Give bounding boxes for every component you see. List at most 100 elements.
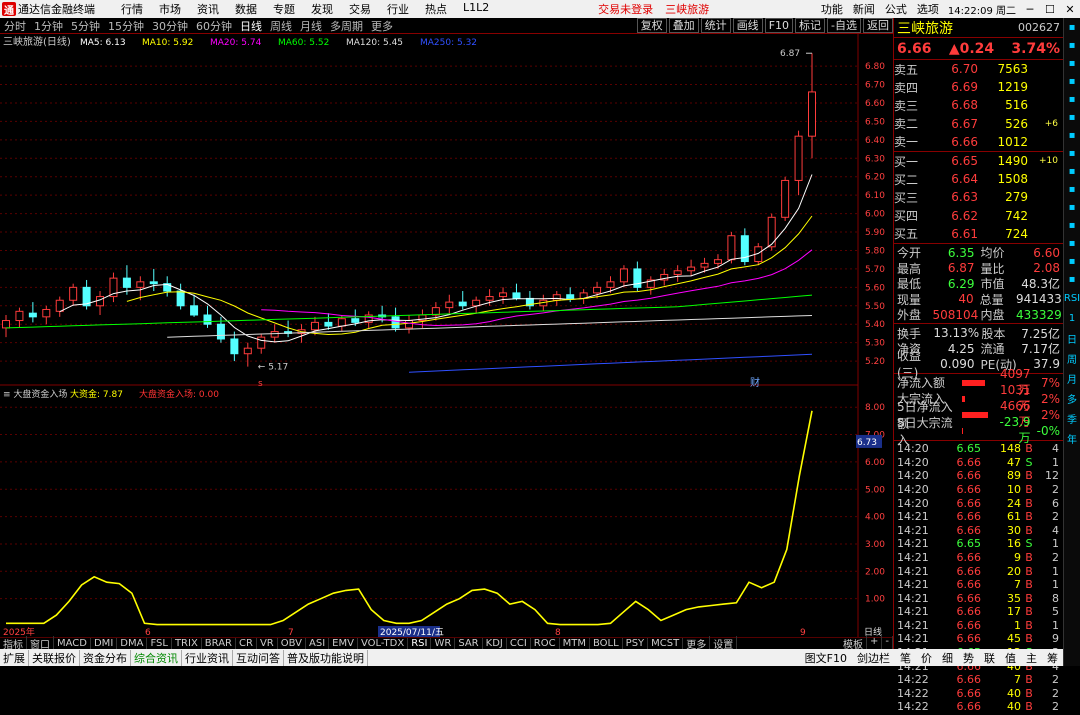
status-tool[interactable]: 主 (1021, 650, 1042, 666)
list-icon[interactable]: ▪ (1064, 144, 1080, 162)
toolbar-button[interactable]: 返回 (863, 18, 893, 33)
status-tool[interactable]: 值 (1000, 650, 1021, 666)
menu-item[interactable]: 公式 (885, 1, 907, 17)
indicator-tab[interactable]: CCI (507, 638, 531, 649)
indicator-tab[interactable]: KDJ (483, 638, 507, 649)
toolbar-button[interactable]: -自选 (827, 18, 861, 33)
period-tab[interactable]: 日线 (236, 18, 266, 34)
wave-icon[interactable]: ▪ (1064, 270, 1080, 288)
right-toolbar-item[interactable]: 多 (1064, 388, 1080, 408)
indicator-tab[interactable]: RSI (408, 638, 432, 649)
status-tab[interactable]: 综合资讯 (131, 649, 182, 666)
right-toolbar-item[interactable]: 日 (1064, 328, 1080, 348)
trade-status[interactable]: 交易未登录 (598, 1, 653, 17)
menu-item[interactable]: 行情 (121, 1, 143, 17)
indicator-tab[interactable]: MACD (54, 638, 91, 649)
toolbar-button[interactable]: 画线 (732, 18, 763, 33)
menu-item[interactable]: 数据 (235, 1, 257, 17)
stock-link[interactable]: 三峡旅游 (665, 1, 709, 17)
status-tab[interactable]: 普及版功能说明 (284, 649, 368, 666)
period-tab[interactable]: 1分钟 (30, 18, 67, 34)
indicator-tab[interactable]: TRIX (172, 638, 202, 649)
indicator-tab[interactable]: DMA (117, 638, 148, 649)
status-tool[interactable]: 势 (958, 650, 979, 666)
right-toolbar-item[interactable]: 年 (1064, 428, 1080, 448)
indicator-tab[interactable]: OBV (278, 638, 306, 649)
menu-item[interactable]: 行业 (387, 1, 409, 17)
indicator-tab[interactable]: ROC (531, 638, 560, 649)
layers-icon[interactable]: ▪ (1064, 252, 1080, 270)
indicator-tab[interactable]: DMI (91, 638, 118, 649)
status-tab[interactable]: 资金分布 (80, 649, 131, 666)
forward-icon[interactable]: ▪ (1064, 36, 1080, 54)
menu-item[interactable]: 交易 (349, 1, 371, 17)
status-tool[interactable]: 筹 (1042, 650, 1063, 666)
period-tab[interactable]: 分时 (0, 18, 30, 34)
menu-item[interactable]: 市场 (159, 1, 181, 17)
right-toolbar-item[interactable]: 1 (1064, 308, 1080, 328)
period-tab[interactable]: 5分钟 (67, 18, 104, 34)
right-toolbar-item[interactable]: 月 (1064, 368, 1080, 388)
right-toolbar-item[interactable]: 季 (1064, 408, 1080, 428)
menu-item[interactable]: 发现 (311, 1, 333, 17)
refresh-icon[interactable]: ▪ (1064, 54, 1080, 72)
indicator-tab[interactable]: VR (257, 638, 278, 649)
menu-item[interactable]: L1L2 (463, 1, 489, 17)
indicator-tab[interactable]: ASI (306, 638, 330, 649)
indicator-tab[interactable]: MCST (648, 638, 684, 649)
right-toolbar-item[interactable]: RSI (1064, 288, 1080, 308)
status-tab[interactable]: 扩展 (0, 649, 29, 666)
fiz-icon[interactable]: ▪ (1064, 216, 1080, 234)
toolbar-button[interactable]: 统计 (700, 18, 731, 33)
period-tab[interactable]: 30分钟 (148, 18, 192, 34)
chart-icon[interactable]: ▪ (1064, 108, 1080, 126)
status-tool[interactable]: 价 (916, 650, 937, 666)
status-tool[interactable]: 剑边栏 (852, 650, 895, 666)
kline-chart[interactable]: 5.20 5.30 5.40 5.50 5.60 5.70 5.80 5.90 6.00 6.10… (0, 34, 893, 638)
menu-item[interactable]: 热点 (425, 1, 447, 17)
status-tab[interactable]: 行业资讯 (182, 649, 233, 666)
indicator-tab[interactable]: PSY (623, 638, 649, 649)
minimize-icon[interactable]: ─ (1020, 3, 1040, 16)
indicator-tab[interactable]: BRAR (202, 638, 236, 649)
indicator-tab[interactable]: FSL (147, 638, 172, 649)
indicator-tab[interactable]: CR (236, 638, 257, 649)
period-tab[interactable]: 多周期 (326, 18, 367, 34)
menu-item[interactable]: 选项 (917, 1, 939, 17)
grid-icon[interactable]: ▪ (1064, 162, 1080, 180)
right-toolbar-item[interactable]: 周 (1064, 348, 1080, 368)
chart-up-icon[interactable]: ▪ (1064, 126, 1080, 144)
menu-item[interactable]: 资讯 (197, 1, 219, 17)
box-icon[interactable]: ▪ (1064, 234, 1080, 252)
back-icon[interactable]: ▪ (1064, 18, 1080, 36)
indicator-tab[interactable]: MTM (560, 638, 590, 649)
status-tab[interactable]: 互动问答 (233, 649, 284, 666)
info-icon[interactable]: ▪ (1064, 72, 1080, 90)
status-tool[interactable]: 联 (979, 650, 1000, 666)
status-tool[interactable]: 笔 (895, 650, 916, 666)
indicator-tab[interactable]: BOLL (590, 638, 623, 649)
toolbar-button[interactable]: 标记 (795, 18, 826, 33)
indicator-tab[interactable]: SAR (455, 638, 483, 649)
status-tool[interactable]: 图文F10 (800, 650, 852, 666)
status-tab[interactable]: 关联报价 (29, 649, 80, 666)
close-icon[interactable]: ✕ (1060, 3, 1080, 16)
period-tab[interactable]: 更多 (367, 18, 397, 34)
menu-item[interactable]: 功能 (821, 1, 843, 17)
toolbar-button[interactable]: 复权 (636, 18, 667, 33)
menu-item[interactable]: 新闻 (853, 1, 875, 17)
maximize-icon[interactable]: ☐ (1040, 3, 1060, 16)
indicator-tab[interactable]: WR (431, 638, 456, 649)
toolbar-button[interactable]: F10 (764, 18, 794, 33)
chart-panel[interactable]: 5.20 5.30 5.40 5.50 5.60 5.70 5.80 5.90 6.00 6.10… (0, 34, 893, 642)
menu-item[interactable]: 专题 (273, 1, 295, 17)
period-tab[interactable]: 周线 (266, 18, 296, 34)
toolbar-button[interactable]: 叠加 (668, 18, 699, 33)
indicator-tab[interactable]: EMV (329, 638, 358, 649)
fn-icon[interactable]: ▪ (1064, 180, 1080, 198)
indicator-tab[interactable]: VOL-TDX (358, 638, 409, 649)
status-tool[interactable]: 细 (937, 650, 958, 666)
period-tab[interactable]: 60分钟 (192, 18, 236, 34)
gauge-icon[interactable]: ▪ (1064, 90, 1080, 108)
period-tab[interactable]: 月线 (296, 18, 326, 34)
